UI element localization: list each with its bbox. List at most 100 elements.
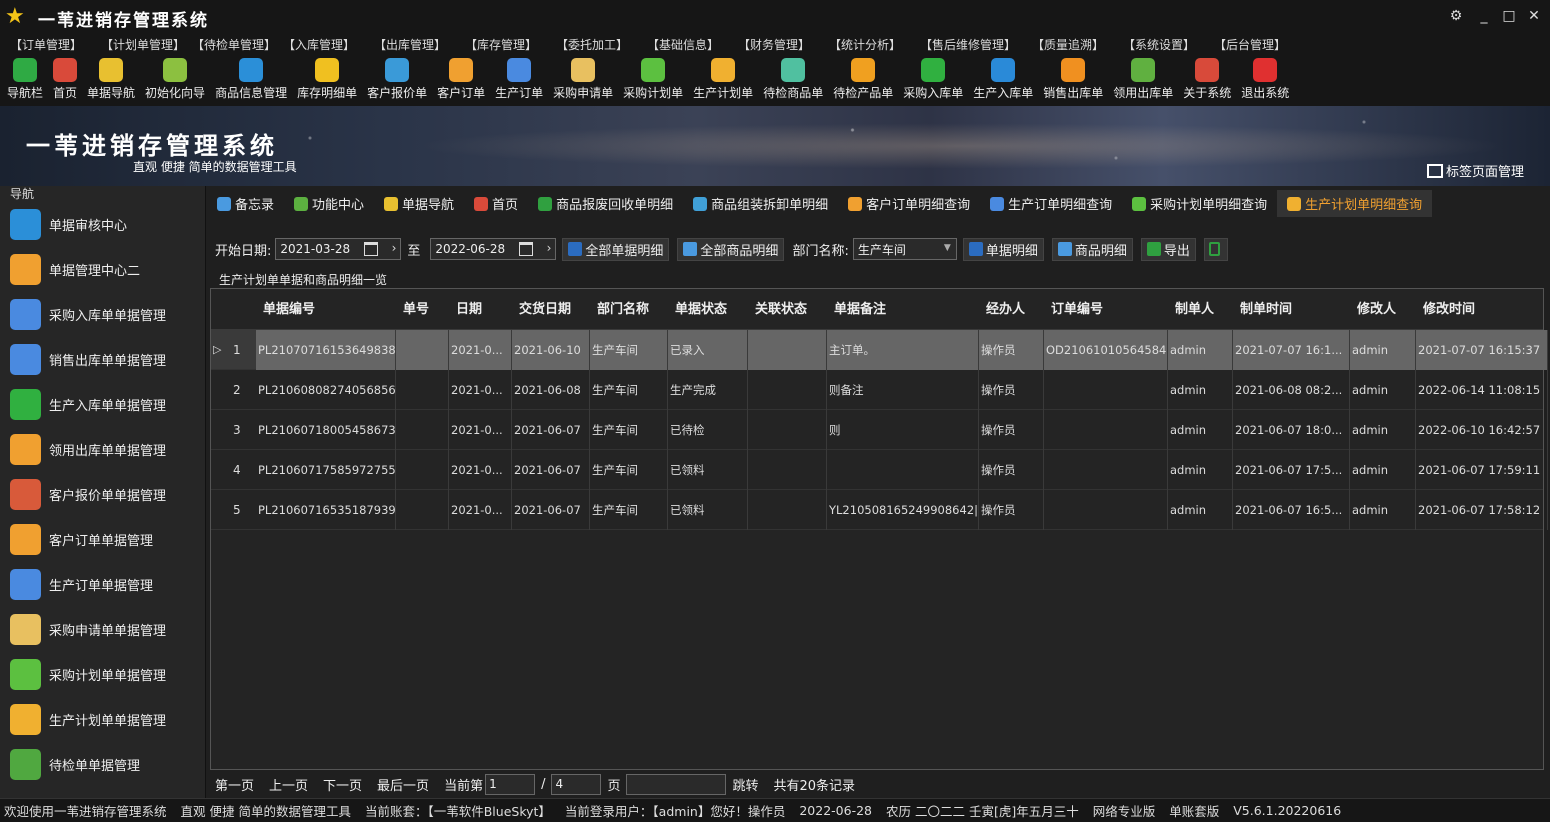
toolbar-trolley-button[interactable]: 生产入库单 xyxy=(968,56,1038,106)
column-header[interactable]: 关联状态 xyxy=(751,289,830,330)
chevron-right-icon[interactable]: › xyxy=(392,241,397,255)
toolbar-tag-button[interactable]: 客户报价单 xyxy=(362,56,432,106)
menu-item[interactable]: 【售后维修管理】 xyxy=(920,36,1032,53)
table-row[interactable]: ▷ 1 PL21070716153649838... 2021-0... 2021-06… xyxy=(211,330,1548,370)
tab-item[interactable]: 商品报废回收单明细 xyxy=(528,190,683,217)
toolbar-orange-doc-button[interactable]: 客户订单 xyxy=(432,56,490,106)
sidebar-item[interactable]: 单据审核中心 xyxy=(0,202,205,247)
close-button[interactable]: ✕ xyxy=(1523,5,1545,27)
menu-item[interactable]: 【基础信息】 xyxy=(647,36,738,53)
menu-item[interactable]: 【订单管理】 xyxy=(10,36,101,53)
menu-item[interactable]: 【入库管理】 xyxy=(283,36,374,53)
chevron-right-icon[interactable]: › xyxy=(547,241,552,255)
sidebar-item[interactable]: 客户报价单单据管理 xyxy=(0,472,205,517)
toolbar-plus-circle-button[interactable]: 采购入库单 xyxy=(898,56,968,106)
tab-item[interactable]: 客户订单明细查询 xyxy=(838,190,980,217)
column-header[interactable]: 订单编号 xyxy=(1047,289,1171,330)
jump-button[interactable]: 跳转 xyxy=(732,775,758,794)
toolbar-export-box-button[interactable]: 销售出库单 xyxy=(1038,56,1108,106)
maximize-button[interactable]: □ xyxy=(1498,5,1520,27)
dept-select[interactable]: 生产车间 xyxy=(852,238,957,260)
toolbar-menu-lines-button[interactable]: 导航栏 xyxy=(2,56,48,106)
table-row[interactable]: 2 PL210608082740568565 2021-0... 2021-06-08… xyxy=(211,370,1548,410)
column-header[interactable]: 修改人 xyxy=(1353,289,1419,330)
next-page-link[interactable]: 下一页 xyxy=(323,775,362,794)
sidebar-item[interactable]: 采购申请单单据管理 xyxy=(0,607,205,652)
sidebar-item[interactable]: 生产订单单据管理 xyxy=(0,562,205,607)
tab-item[interactable]: 首页 xyxy=(464,190,528,217)
toolbar-green-chat-button[interactable]: 采购计划单 xyxy=(618,56,688,106)
sidebar-item[interactable]: 待检单单据管理 xyxy=(0,742,205,787)
menu-item[interactable]: 【财务管理】 xyxy=(738,36,829,53)
minimize-button[interactable]: _ xyxy=(1473,5,1495,27)
tab-manager-button[interactable]: 标签页面管理 xyxy=(1426,161,1524,180)
toolbar-warning-button[interactable]: 库存明细单 xyxy=(292,56,362,106)
toolbar-house-info-button[interactable]: 关于系统 xyxy=(1178,56,1236,106)
toolbar-beaker-button[interactable]: 待检产品单 xyxy=(828,56,898,106)
current-page-input[interactable]: 1 xyxy=(485,773,536,795)
toolbar-home-button[interactable]: 首页 xyxy=(48,56,82,106)
sidebar-item[interactable]: 单据管理中心二 xyxy=(0,247,205,292)
sidebar-item[interactable]: 客户订单单据管理 xyxy=(0,517,205,562)
toolbar-exit-button[interactable]: 退出系统 xyxy=(1236,56,1294,106)
data-grid[interactable]: 单据编号 单号 日期 交货日期 部门名称 单据状态 关联状态 单据备注 经办人 订单编号 制单人 制单… xyxy=(210,288,1548,770)
toolbar-flask-button[interactable]: 待检商品单 xyxy=(758,56,828,106)
menu-item[interactable]: 【待检单管理】 xyxy=(192,36,283,53)
column-header[interactable]: 单号 xyxy=(399,289,452,330)
goods-detail-button[interactable]: 商品明细 xyxy=(1051,237,1133,261)
toolbar-cubes-button[interactable]: 商品信息管理 xyxy=(210,56,292,106)
export-button[interactable]: 导出 xyxy=(1140,237,1196,261)
settings-gear-icon[interactable]: ⚙ xyxy=(1445,5,1467,27)
table-row[interactable]: 3 PL210607180054586735 2021-0... 2021-06-07… xyxy=(211,410,1548,450)
column-header[interactable]: 交货日期 xyxy=(515,289,593,330)
table-row[interactable]: 4 PL210607175859727551 2021-0... 2021-06-07… xyxy=(211,450,1548,490)
column-header[interactable]: 部门名称 xyxy=(593,289,671,330)
toolbar-compass-button[interactable]: 单据导航 xyxy=(82,56,140,106)
table-row[interactable]: 5 PL210607165351879399 2021-0... 2021-06-07… xyxy=(211,490,1548,530)
tab-item[interactable]: 生产计划单明细查询 xyxy=(1277,190,1433,217)
menu-item[interactable]: 【统计分析】 xyxy=(829,36,920,53)
tab-item[interactable]: 单据导航 xyxy=(374,190,464,217)
column-header[interactable]: 修改时间 xyxy=(1419,289,1543,330)
menu-item[interactable]: 【质量追溯】 xyxy=(1032,36,1123,53)
last-page-link[interactable]: 最后一页 xyxy=(377,775,429,794)
sidebar-item[interactable]: 生产入库单单据管理 xyxy=(0,382,205,427)
sidebar-item[interactable]: 领用出库单单据管理 xyxy=(0,427,205,472)
toolbar-download-box-button[interactable]: 领用出库单 xyxy=(1108,56,1178,106)
tab-item[interactable]: 商品组装拆卸单明细 xyxy=(683,190,838,217)
start-date-picker[interactable]: 2021-03-28 › xyxy=(275,238,402,260)
calendar-icon[interactable] xyxy=(364,242,379,256)
column-header[interactable]: 单据备注 xyxy=(830,289,982,330)
toolbar-envelope-button[interactable]: 采购申请单 xyxy=(548,56,618,106)
prev-page-link[interactable]: 上一页 xyxy=(269,775,308,794)
menu-item[interactable]: 【出库管理】 xyxy=(374,36,465,53)
column-header[interactable]: 经办人 xyxy=(982,289,1047,330)
calendar-icon[interactable] xyxy=(519,242,534,256)
tab-item[interactable]: 生产订单明细查询 xyxy=(980,190,1122,217)
first-page-link[interactable]: 第一页 xyxy=(215,775,254,794)
tab-item[interactable]: 功能中心 xyxy=(284,190,374,217)
menu-item[interactable]: 【库存管理】 xyxy=(465,36,556,53)
menu-item[interactable]: 【计划单管理】 xyxy=(101,36,192,53)
column-header[interactable]: 单据编号 xyxy=(259,289,399,330)
tab-item[interactable]: 采购计划单明细查询 xyxy=(1122,190,1277,217)
column-header[interactable]: 日期 xyxy=(452,289,515,330)
column-header[interactable]: 单据状态 xyxy=(671,289,751,330)
sidebar-item[interactable]: 生产计划单单据管理 xyxy=(0,697,205,742)
end-date-picker[interactable]: 2022-06-28 › xyxy=(430,238,557,260)
all-goods-button[interactable]: 全部商品明细 xyxy=(677,237,785,261)
tab-item[interactable]: 备忘录 xyxy=(207,190,284,217)
sidebar-item[interactable]: 采购入库单单据管理 xyxy=(0,292,205,337)
column-header[interactable]: 制单时间 xyxy=(1236,289,1353,330)
copy-window-button[interactable] xyxy=(1203,237,1228,261)
bill-detail-button[interactable]: 单据明细 xyxy=(962,237,1044,261)
toolbar-blue-doc-button[interactable]: 生产订单 xyxy=(490,56,548,106)
menu-item[interactable]: 【系统设置】 xyxy=(1123,36,1214,53)
column-header[interactable]: 制单人 xyxy=(1171,289,1236,330)
toolbar-magic-wand-button[interactable]: 初始化向导 xyxy=(140,56,210,106)
toolbar-yellow-chat-button[interactable]: 生产计划单 xyxy=(688,56,758,106)
menu-item[interactable]: 【委托加工】 xyxy=(556,36,647,53)
menu-item[interactable]: 【后台管理】 xyxy=(1214,36,1305,53)
sidebar-item[interactable]: 采购计划单单据管理 xyxy=(0,652,205,697)
all-bills-button[interactable]: 全部单据明细 xyxy=(562,237,670,261)
